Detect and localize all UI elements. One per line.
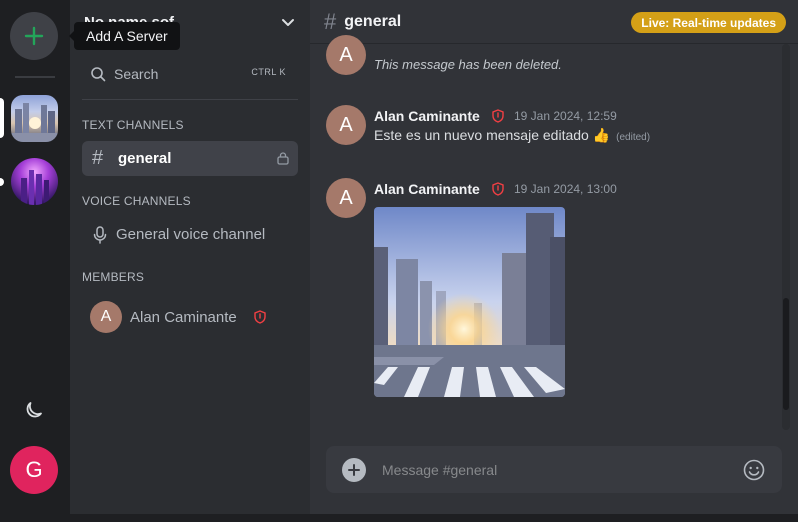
- message-author[interactable]: Alan Caminante: [374, 108, 480, 124]
- live-status-badge: Live: Real-time updates: [631, 12, 786, 33]
- chat-header: # general Live: Real-time updates: [310, 0, 798, 44]
- city-icon: [11, 103, 58, 142]
- channel-general[interactable]: # general: [82, 141, 298, 176]
- moon-icon[interactable]: [22, 398, 46, 422]
- message-timestamp: 19 Jan 2024, 13:00: [514, 182, 617, 196]
- message-content: Este es un nuevo mensaje editado 👍: [374, 127, 611, 143]
- message-avatar[interactable]: A: [326, 35, 366, 75]
- shield-icon: [492, 109, 504, 123]
- search-label: Search: [114, 66, 159, 82]
- member-item[interactable]: A Alan Caminante: [90, 301, 267, 333]
- search-icon: [91, 67, 106, 82]
- add-server-tooltip: Add A Server: [69, 22, 180, 50]
- add-server-button[interactable]: [10, 12, 58, 60]
- chat-area: # general Live: Real-time updates A This…: [310, 0, 798, 522]
- member-avatar: A: [90, 301, 122, 333]
- attach-button[interactable]: [342, 457, 366, 482]
- search-button[interactable]: Search CTRL K: [82, 56, 298, 92]
- channel-sidebar: No name sof Search CTRL K TEXT CHANNELS …: [70, 0, 310, 522]
- deleted-message-text: This message has been deleted.: [374, 57, 562, 72]
- channel-label: general: [118, 150, 172, 167]
- message-avatar[interactable]: A: [326, 105, 366, 145]
- plus-icon: [348, 463, 360, 476]
- microphone-icon: [93, 225, 107, 244]
- edited-label: (edited): [616, 132, 651, 143]
- message-timestamp: 19 Jan 2024, 12:59: [514, 109, 617, 123]
- hash-icon: #: [92, 147, 104, 169]
- message-image-attachment[interactable]: [374, 207, 565, 397]
- voice-channels-heading: VOICE CHANNELS: [82, 194, 191, 208]
- plus-icon: [24, 26, 44, 46]
- hash-icon: #: [324, 8, 337, 34]
- chat-scrollbar-thumb[interactable]: [783, 298, 789, 410]
- shield-icon: [254, 310, 266, 324]
- rail-divider: [15, 76, 55, 78]
- message-composer: [326, 446, 782, 493]
- sidebar-divider: [82, 99, 298, 100]
- message-text: Este es un nuevo mensaje editado 👍 (edite…: [374, 127, 650, 144]
- members-heading: MEMBERS: [82, 270, 145, 284]
- server-icon-city[interactable]: [11, 95, 58, 142]
- taskbar-strip: [70, 514, 798, 522]
- city-street-image: [374, 207, 565, 397]
- member-name: Alan Caminante: [130, 308, 237, 326]
- chevron-down-icon: [282, 19, 294, 26]
- unread-indicator: [0, 178, 4, 186]
- channel-label: General voice channel: [116, 226, 266, 243]
- neon-city-icon: [21, 170, 49, 205]
- message-input[interactable]: [382, 461, 742, 478]
- selected-server-indicator: [0, 98, 4, 138]
- channel-title: general: [344, 12, 402, 30]
- channel-general-voice[interactable]: General voice channel: [82, 217, 298, 252]
- server-rail: G: [0, 0, 70, 522]
- search-shortcut: CTRL K: [251, 67, 286, 77]
- user-avatar[interactable]: G: [10, 446, 58, 494]
- message-author[interactable]: Alan Caminante: [374, 181, 480, 197]
- text-channels-heading: TEXT CHANNELS: [82, 118, 184, 132]
- shield-icon: [492, 182, 504, 196]
- emoji-icon[interactable]: [742, 458, 766, 482]
- lock-icon: [277, 152, 289, 165]
- server-icon-neon[interactable]: [11, 158, 58, 205]
- message-avatar[interactable]: A: [326, 178, 366, 218]
